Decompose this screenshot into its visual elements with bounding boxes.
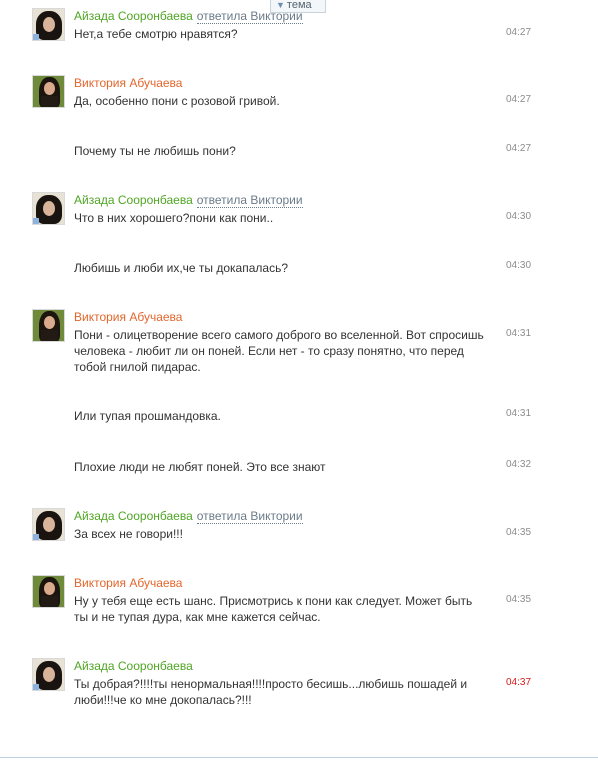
message-text: Пони - олицетворение всего самого доброг…: [74, 328, 484, 374]
author-name-link[interactable]: Айзада Сооронбаева: [74, 9, 193, 23]
message-time: 04:35: [506, 594, 532, 605]
message-text: Почему ты не любишь пони?: [74, 144, 236, 158]
message-time: 04:27: [506, 27, 532, 38]
message-text: Нет,а тебе смотрю нравятся?: [74, 27, 238, 41]
message-time: 04:30: [506, 211, 532, 222]
message-time-new: 04:37: [506, 677, 532, 688]
message-author: Виктория Абучаева: [74, 76, 182, 90]
author-name-link[interactable]: Виктория Абучаева: [74, 576, 182, 590]
message-text: Что в них хорошего?пони как пони..: [74, 211, 274, 225]
author-name-link[interactable]: Айзада Сооронбаева: [74, 659, 193, 673]
message-author: Айзада Сооронбаева ответила Виктории: [74, 509, 303, 524]
message-text: Ну у тебя еще есть шанс. Присмотрись к п…: [74, 594, 473, 624]
avatar[interactable]: [32, 508, 65, 541]
message-time: 04:31: [506, 328, 532, 339]
message-author: Виктория Абучаева: [74, 310, 182, 324]
avatar[interactable]: [32, 575, 65, 608]
message-text: Плохие люди не любят поней. Это все знаю…: [74, 460, 326, 474]
message-author: Айзада Сооронбаева: [74, 659, 193, 673]
topic-tab[interactable]: ▼ тема: [270, 0, 326, 13]
divider: [0, 757, 598, 758]
message-time: 04:31: [506, 408, 532, 419]
avatar[interactable]: [32, 192, 65, 225]
message-text: Да, особенно пони с розовой гривой.: [74, 94, 280, 108]
author-name-link[interactable]: Виктория Абучаева: [74, 310, 182, 324]
triangle-down-icon: ▼: [276, 0, 285, 10]
message-time: 04:27: [506, 94, 532, 105]
message-author: Айзада Сооронбаева ответила Виктории: [74, 193, 303, 208]
topic-tab-label: тема: [286, 0, 312, 11]
message-author: Виктория Абучаева: [74, 576, 182, 590]
message-time: 04:30: [506, 260, 532, 271]
reply-to-link[interactable]: ответила Виктории: [196, 193, 303, 208]
avatar[interactable]: [32, 658, 65, 691]
message-text: Любишь и люби их,че ты докапалась?: [74, 261, 289, 275]
avatar[interactable]: [32, 8, 65, 41]
avatar[interactable]: [32, 75, 65, 108]
message-text: Ты добрая?!!!!ты ненормальная!!!!просто …: [74, 677, 468, 707]
message-text: Или тупая прошмандовка.: [74, 409, 221, 423]
message-author: Айзада Сооронбаева ответила Виктории: [74, 9, 303, 24]
author-name-link[interactable]: Виктория Абучаева: [74, 76, 182, 90]
message-text: За всех не говори!!!: [74, 527, 183, 541]
message-time: 04:35: [506, 527, 532, 538]
author-name-link[interactable]: Айзада Сооронбаева: [74, 509, 193, 523]
reply-to-link[interactable]: ответила Виктории: [196, 509, 303, 524]
message-time: 04:32: [506, 459, 532, 470]
avatar[interactable]: [32, 309, 65, 342]
author-name-link[interactable]: Айзада Сооронбаева: [74, 193, 193, 207]
message-time: 04:27: [506, 143, 532, 154]
